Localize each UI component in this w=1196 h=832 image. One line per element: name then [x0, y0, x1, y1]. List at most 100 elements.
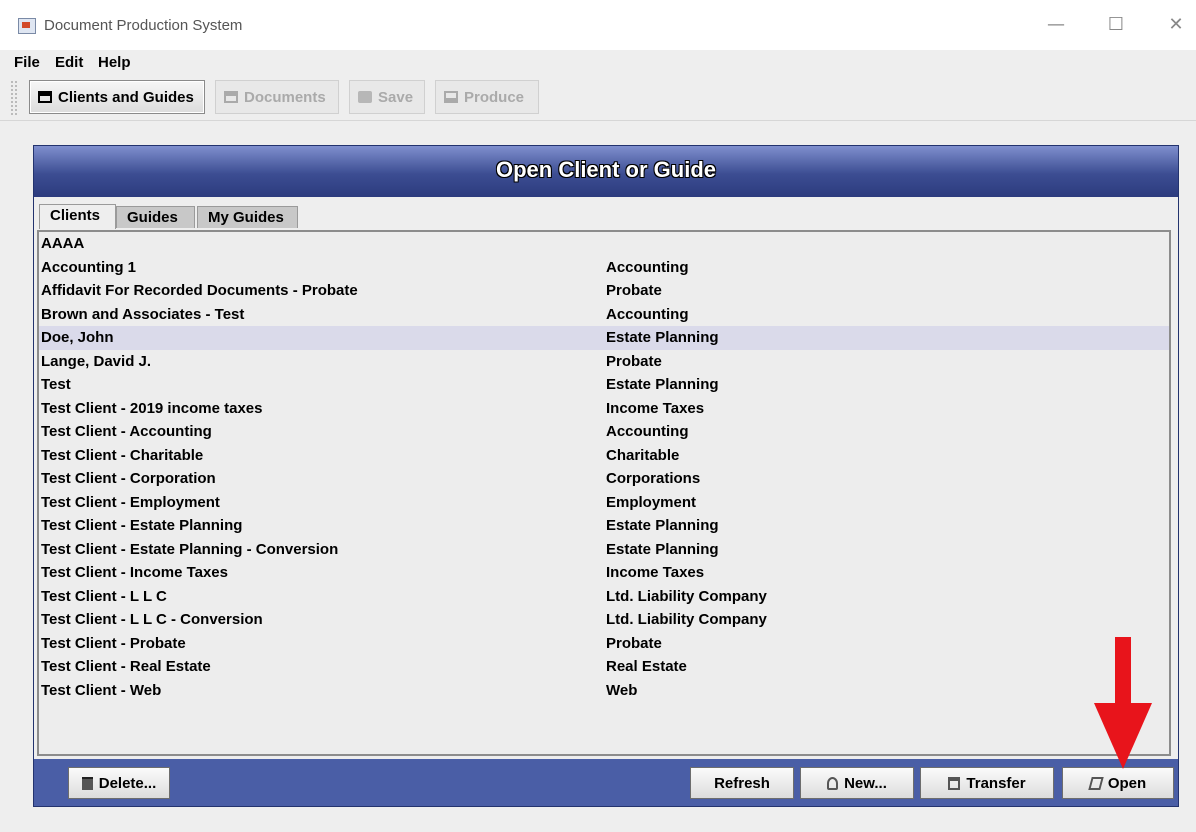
client-name: Test Client - Estate Planning [41, 517, 243, 534]
documents-icon [224, 91, 238, 103]
panel-title: Open Client or Guide [34, 146, 1178, 197]
client-row[interactable]: Doe, John Estate Planning [39, 326, 1169, 350]
client-list[interactable]: AAAA Accounting 1 Accounting Affidavit For … [37, 230, 1171, 756]
annotation-arrow-icon [1094, 637, 1152, 769]
client-row[interactable]: Affidavit For Recorded Documents - Proba… [39, 279, 1169, 303]
open-button[interactable]: Open [1062, 767, 1174, 799]
client-name: Test Client - L L C - Conversion [41, 611, 263, 628]
client-name: Test Client - Web [41, 681, 162, 699]
client-type: Probate [606, 352, 662, 370]
tab-guides-label: Guides [127, 209, 178, 226]
new-client-icon [827, 776, 839, 790]
client-type: Accounting [606, 258, 689, 276]
toolbar: Clients and Guides Documents Save Produc… [0, 74, 1196, 121]
client-row[interactable]: Accounting 1 Accounting [39, 256, 1169, 280]
client-row[interactable]: Test Client - L L C Ltd. Liability Compan… [39, 585, 1169, 609]
client-name: Test Client - Corporation [41, 470, 216, 487]
client-type: Real Estate [606, 658, 687, 675]
client-type: Probate [606, 634, 662, 652]
open-label: Open [1107, 774, 1147, 792]
client-row[interactable]: Test Client - Employment Employment [39, 491, 1169, 515]
window-title: Document Production System [44, 17, 243, 34]
client-row[interactable]: Test Client - Estate Planning - Conversi… [39, 538, 1169, 562]
client-type: Probate [606, 282, 662, 299]
client-row[interactable]: Test Client - 2019 income taxes Income Ta… [39, 397, 1169, 421]
client-type: Employment [606, 493, 697, 511]
menu-edit[interactable]: Edit [55, 54, 83, 71]
tab-clients-label: Clients [50, 207, 101, 224]
close-button[interactable]: ✕ [1156, 12, 1196, 38]
transfer-icon [948, 776, 961, 790]
maximize-button[interactable]: ☐ [1096, 12, 1136, 38]
new-label: New... [844, 774, 887, 792]
menu-file[interactable]: File [14, 54, 40, 71]
menu-help[interactable]: Help [98, 54, 131, 71]
client-name: Test Client - Charitable [41, 446, 204, 464]
open-client-panel: Open Client or Guide Clients Guides My G… [33, 145, 1179, 807]
open-folder-icon [1088, 776, 1104, 790]
client-name: Test Client - 2019 income taxes [41, 399, 263, 417]
client-name: Test Client - Income Taxes [41, 564, 228, 581]
client-type: Accounting [606, 423, 689, 440]
clients-and-guides-button[interactable]: Clients and Guides [29, 80, 205, 114]
client-row[interactable]: Test Client - Estate Planning Estate Plan… [39, 514, 1169, 538]
client-row[interactable]: Test Client - L L C - Conversion Ltd. Lia… [39, 608, 1169, 632]
client-type: Accounting [606, 305, 689, 323]
client-type: Estate Planning [606, 329, 719, 346]
refresh-label: Refresh [714, 774, 770, 792]
delete-button[interactable]: Delete... [68, 767, 170, 799]
client-row[interactable]: Test Client - Probate Probate [39, 632, 1169, 656]
client-row[interactable]: Brown and Associates - Test Accounting [39, 303, 1169, 327]
tab-my-guides[interactable]: My Guides [197, 206, 298, 228]
client-type: Income Taxes [606, 564, 705, 581]
save-label: Save [378, 88, 414, 106]
printer-icon [444, 91, 458, 103]
menu-bar: File Edit Help [0, 50, 1196, 74]
client-type: Estate Planning [606, 517, 719, 534]
client-name: Test Client - Probate [41, 634, 186, 652]
client-name: Test Client - Real Estate [41, 658, 211, 675]
client-type: Corporations [606, 470, 701, 487]
transfer-label: Transfer [966, 774, 1026, 792]
minimize-button[interactable]: — [1036, 12, 1076, 38]
new-button[interactable]: New... [800, 767, 914, 799]
client-row[interactable]: Test Client - Income Taxes Income Taxes [39, 561, 1169, 585]
documents-label: Documents [244, 88, 326, 106]
transfer-button[interactable]: Transfer [920, 767, 1054, 799]
client-name: Test [41, 376, 71, 393]
client-row[interactable]: Lange, David J. Probate [39, 350, 1169, 374]
client-type: Web [606, 681, 638, 699]
client-name: Doe, John [41, 329, 114, 346]
clients-and-guides-label: Clients and Guides [58, 88, 194, 106]
tab-clients[interactable]: Clients [39, 204, 116, 229]
title-bar: Document Production System — ☐ ✕ [0, 0, 1196, 50]
client-row[interactable]: Test Estate Planning [39, 373, 1169, 397]
app-icon [18, 18, 36, 34]
client-type: Ltd. Liability Company [606, 611, 767, 628]
tab-my-guides-label: My Guides [208, 209, 284, 226]
client-name: AAAA [41, 235, 85, 252]
client-row[interactable]: Test Client - Accounting Accounting [39, 420, 1169, 444]
client-type: Ltd. Liability Company [606, 587, 767, 605]
client-type: Income Taxes [606, 399, 705, 417]
produce-label: Produce [464, 88, 525, 106]
client-type: Estate Planning [606, 540, 719, 558]
client-name: Test Client - Estate Planning - Conversi… [41, 540, 339, 558]
produce-button[interactable]: Produce [435, 80, 539, 114]
refresh-button[interactable]: Refresh [690, 767, 794, 799]
client-row[interactable]: Test Client - Charitable Charitable [39, 444, 1169, 468]
client-row[interactable]: Test Client - Web Web [39, 679, 1169, 703]
client-row[interactable]: Test Client - Real Estate Real Estate [39, 655, 1169, 679]
save-button[interactable]: Save [349, 80, 425, 114]
toolbar-grip[interactable] [10, 80, 18, 116]
client-row[interactable]: Test Client - Corporation Corporations [39, 467, 1169, 491]
tab-guides[interactable]: Guides [116, 206, 195, 228]
client-name: Accounting 1 [41, 258, 137, 276]
panel-body: Clients Guides My Guides AAAA Accounting … [34, 197, 1178, 759]
client-name: Test Client - Accounting [41, 423, 212, 440]
client-row[interactable]: AAAA [39, 232, 1169, 256]
save-icon [358, 91, 372, 103]
client-name: Affidavit For Recorded Documents - Proba… [41, 282, 358, 299]
documents-button[interactable]: Documents [215, 80, 339, 114]
cabinet-icon [38, 91, 52, 103]
